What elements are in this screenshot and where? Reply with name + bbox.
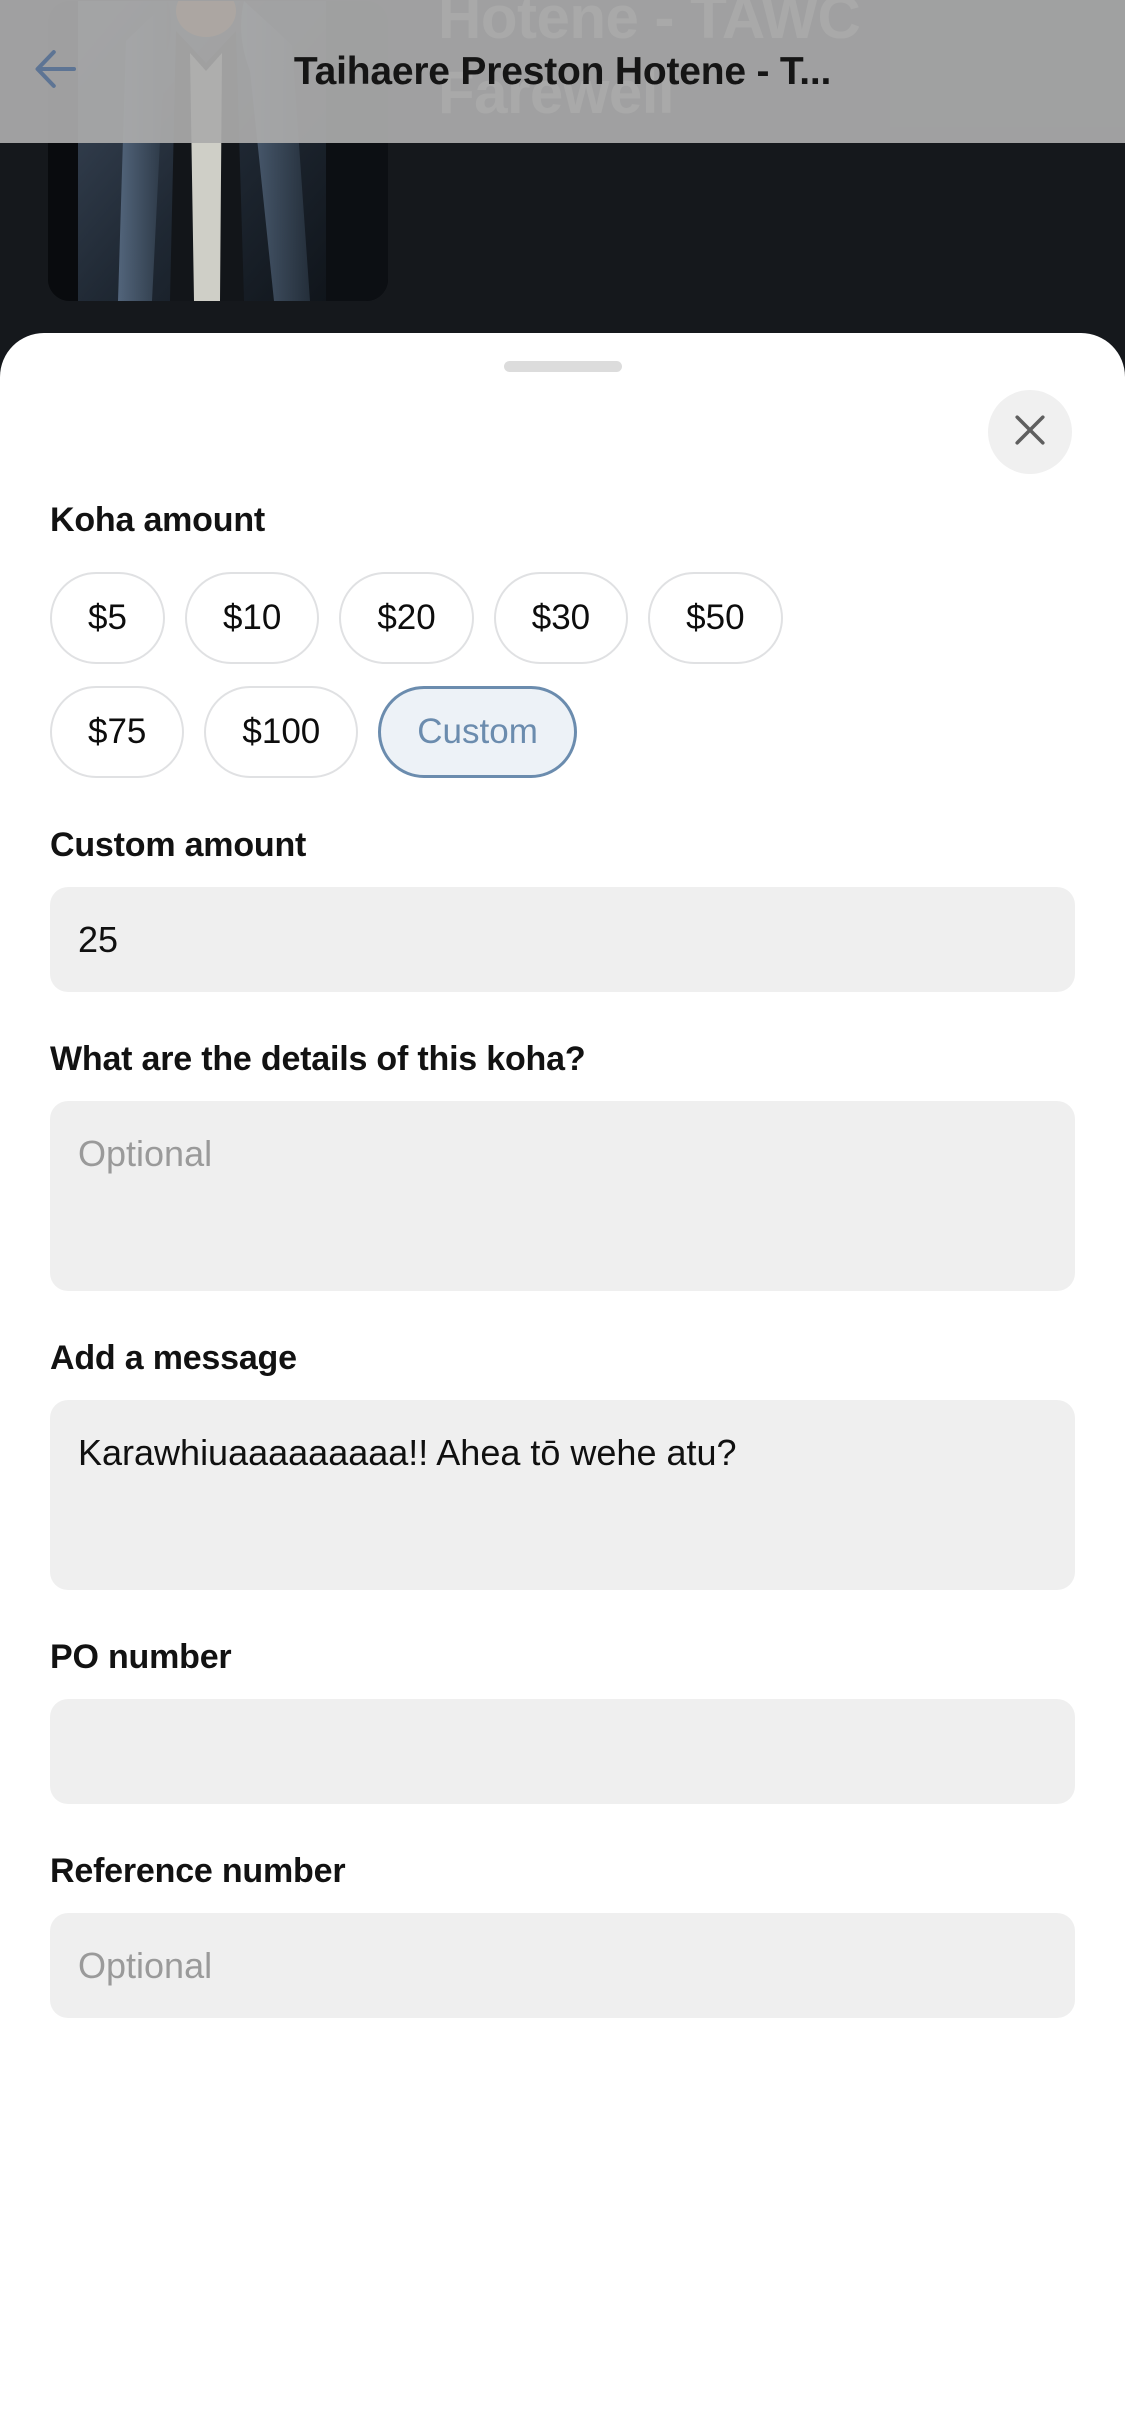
po-number-section: PO number [50,1638,1075,1804]
reference-number-input[interactable]: Optional [50,1913,1075,2018]
app-bar-title: Taihaere Preston Hotene - T... [293,49,832,93]
chip-amount-50[interactable]: $50 [648,572,783,664]
koha-amount-section: Koha amount $5 $10 $20 $30 $50 $75 $100 … [50,501,1075,778]
koha-bottom-sheet: Koha amount $5 $10 $20 $30 $50 $75 $100 … [0,333,1125,2435]
close-icon [1008,408,1052,457]
koha-details-textarea[interactable]: Optional [50,1101,1075,1291]
custom-amount-value: 25 [78,918,119,960]
message-value: Karawhiuaaaaaaaaa!! Ahea tō wehe atu? [78,1432,737,1473]
chip-amount-30[interactable]: $30 [493,572,629,664]
chip-amount-75[interactable]: $75 [50,686,185,778]
chip-amount-5[interactable]: $5 [50,572,165,664]
po-number-label: PO number [50,1638,232,1676]
chip-amount-20[interactable]: $20 [339,572,474,664]
koha-details-section: What are the details of this koha? Optio… [50,1040,1075,1291]
koha-amount-chips: $5 $10 $20 $30 $50 $75 $100 Custom [50,572,1075,778]
custom-amount-input[interactable]: 25 [50,887,1075,992]
po-number-input[interactable] [50,1699,1075,1804]
app-bar: Taihaere Preston Hotene - T... [0,0,1125,143]
koha-details-placeholder: Optional [78,1133,213,1174]
message-textarea[interactable]: Karawhiuaaaaaaaaa!! Ahea tō wehe atu? [50,1400,1075,1590]
back-button[interactable] [0,0,112,143]
custom-amount-section: Custom amount 25 [50,826,1075,992]
koha-details-label: What are the details of this koha? [50,1040,586,1078]
koha-amount-label: Koha amount [50,501,266,539]
sheet-drag-handle[interactable] [503,361,622,372]
message-label: Add a message [50,1339,297,1377]
reference-number-placeholder: Optional [78,1944,213,1986]
arrow-left-icon [29,42,83,101]
chip-row-1: $5 $10 $20 $30 $50 [50,572,1075,664]
chip-amount-custom[interactable]: Custom [378,686,577,778]
reference-number-section: Reference number Optional [50,1852,1075,2018]
close-button[interactable] [988,390,1072,474]
chip-amount-10[interactable]: $10 [184,572,320,664]
sheet-content: Koha amount $5 $10 $20 $30 $50 $75 $100 … [0,501,1125,2018]
message-section: Add a message Karawhiuaaaaaaaaa!! Ahea t… [50,1339,1075,1590]
chip-amount-100[interactable]: $100 [204,686,359,778]
custom-amount-label: Custom amount [50,826,307,864]
reference-number-label: Reference number [50,1852,346,1890]
chip-row-2: $75 $100 Custom [50,686,1075,778]
